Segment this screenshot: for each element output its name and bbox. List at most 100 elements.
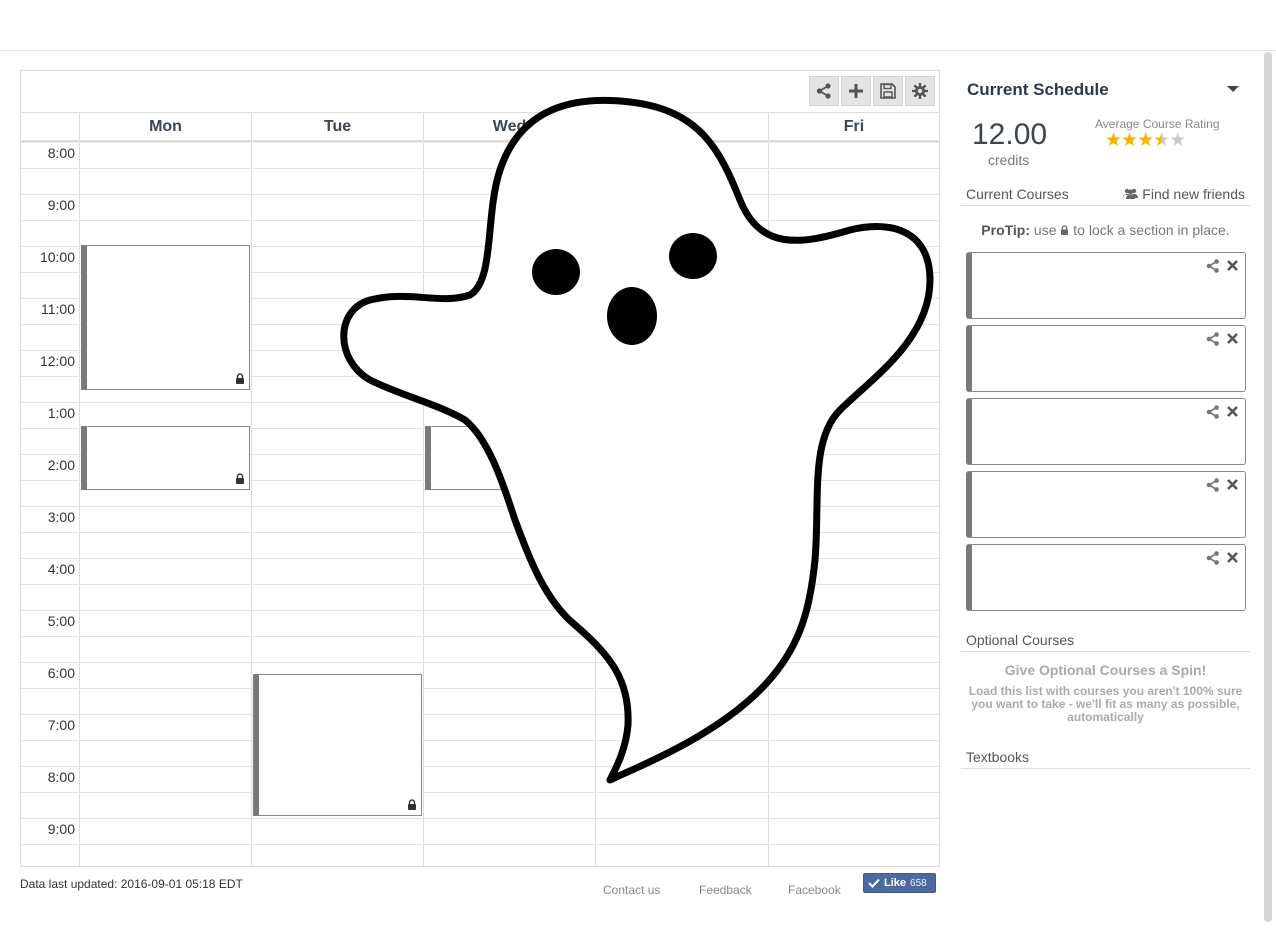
time-label: 4:00 bbox=[47, 561, 75, 577]
add-event-button[interactable] bbox=[841, 76, 871, 106]
day-header-thu: Thu bbox=[595, 113, 768, 140]
course-card[interactable] bbox=[966, 325, 1246, 392]
share-icon[interactable] bbox=[1205, 258, 1221, 274]
star-icon: ★ bbox=[1121, 130, 1138, 151]
like-label: Like bbox=[884, 877, 907, 889]
course-block[interactable] bbox=[253, 674, 422, 816]
share-schedule-button[interactable] bbox=[809, 76, 839, 106]
page-scrollbar[interactable] bbox=[1264, 52, 1272, 922]
save-schedule-button[interactable] bbox=[873, 76, 903, 106]
day-header-fri: Fri bbox=[768, 113, 939, 140]
course-block[interactable] bbox=[81, 426, 250, 490]
scrollbar-thumb[interactable] bbox=[1264, 52, 1272, 922]
protip-text: ProTip: use to lock a section in place. bbox=[961, 222, 1250, 238]
day-column-divider bbox=[768, 142, 769, 867]
textbooks-label: Textbooks bbox=[966, 749, 1030, 765]
save-icon bbox=[880, 83, 896, 99]
time-label: 11:00 bbox=[41, 301, 75, 317]
star-icon: ★ bbox=[1153, 130, 1170, 151]
calendar-toolbar bbox=[809, 76, 935, 106]
time-label: 1:00 bbox=[47, 405, 75, 421]
time-label: 12:00 bbox=[39, 353, 75, 369]
time-label: 6:00 bbox=[47, 665, 75, 681]
day-column-divider bbox=[251, 142, 252, 867]
close-icon[interactable] bbox=[1226, 551, 1239, 564]
close-icon[interactable] bbox=[1226, 478, 1239, 491]
data-updated-text: Data last updated: 2016-09-01 05:18 EDT bbox=[20, 877, 243, 891]
grid-line bbox=[21, 506, 939, 507]
close-icon[interactable] bbox=[1226, 259, 1239, 272]
day-header-mon: Mon bbox=[79, 113, 251, 140]
lock-icon bbox=[1061, 225, 1069, 235]
course-card[interactable] bbox=[966, 398, 1246, 465]
users-icon bbox=[1123, 188, 1139, 199]
credits-value: 12.00 bbox=[972, 118, 1048, 151]
course-card[interactable] bbox=[966, 544, 1246, 611]
share-icon[interactable] bbox=[1205, 331, 1221, 347]
grid-line bbox=[21, 740, 939, 741]
plus-icon bbox=[849, 84, 863, 98]
grid-line bbox=[21, 818, 939, 819]
grid-line bbox=[21, 610, 939, 611]
lock-icon[interactable] bbox=[407, 799, 417, 810]
optional-courses-title: Give Optional Courses a Spin! bbox=[1004, 662, 1207, 678]
protip-post: to lock a section in place. bbox=[1073, 222, 1230, 238]
grid-line bbox=[21, 688, 939, 689]
lock-icon[interactable] bbox=[235, 373, 245, 384]
optional-courses-description: Load this list with courses you aren't 1… bbox=[968, 684, 1243, 724]
time-label: 3:00 bbox=[47, 509, 75, 525]
day-column-divider bbox=[595, 142, 596, 867]
time-grid[interactable]: 8:00 9:00 10:00 11:00 12:00 1:00 2:00 3:… bbox=[21, 142, 939, 867]
find-friends-label: Find new friends bbox=[1142, 186, 1245, 202]
facebook-like-button[interactable]: Like 658 bbox=[863, 873, 936, 893]
grid-line bbox=[21, 662, 939, 663]
contact-link[interactable]: Contact us bbox=[603, 883, 660, 897]
share-icon[interactable] bbox=[1205, 404, 1221, 420]
course-block[interactable] bbox=[81, 245, 250, 390]
share-icon[interactable] bbox=[1205, 477, 1221, 493]
course-card[interactable] bbox=[966, 252, 1246, 319]
grid-line bbox=[21, 766, 939, 767]
check-icon bbox=[868, 878, 880, 888]
find-friends-link[interactable]: Find new friends bbox=[1123, 186, 1245, 202]
grid-line bbox=[21, 194, 939, 195]
time-label: 9:00 bbox=[47, 821, 75, 837]
close-icon[interactable] bbox=[1226, 332, 1239, 345]
current-schedule-title[interactable]: Current Schedule bbox=[967, 80, 1109, 100]
time-label: 10:00 bbox=[39, 249, 75, 265]
protip-pre: use bbox=[1033, 222, 1057, 238]
settings-button[interactable] bbox=[905, 76, 935, 106]
grid-line bbox=[21, 844, 939, 845]
day-header-tue: Tue bbox=[251, 113, 423, 140]
course-block[interactable] bbox=[425, 426, 594, 490]
share-icon bbox=[816, 83, 831, 99]
course-card[interactable] bbox=[966, 471, 1246, 538]
star-icon: ★ bbox=[1105, 130, 1122, 151]
day-header-row: Mon Tue Wed Thu Fri bbox=[21, 112, 939, 143]
day-header-wed: Wed bbox=[423, 113, 595, 140]
grid-line bbox=[21, 558, 939, 559]
grid-line bbox=[21, 636, 939, 637]
grid-line bbox=[21, 532, 939, 533]
time-label: 8:00 bbox=[47, 769, 75, 785]
time-label: 8:00 bbox=[47, 145, 75, 161]
grid-line bbox=[21, 168, 939, 169]
protip-label: ProTip: bbox=[981, 222, 1031, 238]
time-label: 9:00 bbox=[47, 197, 75, 213]
day-column-divider bbox=[423, 142, 424, 867]
optional-courses-label: Optional Courses bbox=[966, 632, 1075, 648]
close-icon[interactable] bbox=[1226, 405, 1239, 418]
credits-label: credits bbox=[988, 152, 1030, 168]
time-label: 7:00 bbox=[47, 717, 75, 733]
grid-line bbox=[21, 584, 939, 585]
rating-stars: ★★★★★ bbox=[1105, 129, 1186, 152]
facebook-link[interactable]: Facebook bbox=[788, 883, 841, 897]
share-icon[interactable] bbox=[1205, 550, 1221, 566]
grid-line bbox=[21, 714, 939, 715]
lock-icon[interactable] bbox=[235, 473, 245, 484]
current-courses-label: Current Courses bbox=[966, 186, 1069, 202]
schedule-calendar: Mon Tue Wed Thu Fri 8:00 9:00 10:00 11:0… bbox=[20, 70, 940, 867]
caret-down-icon[interactable] bbox=[1227, 86, 1239, 92]
gear-icon bbox=[912, 83, 928, 99]
feedback-link[interactable]: Feedback bbox=[699, 883, 752, 897]
